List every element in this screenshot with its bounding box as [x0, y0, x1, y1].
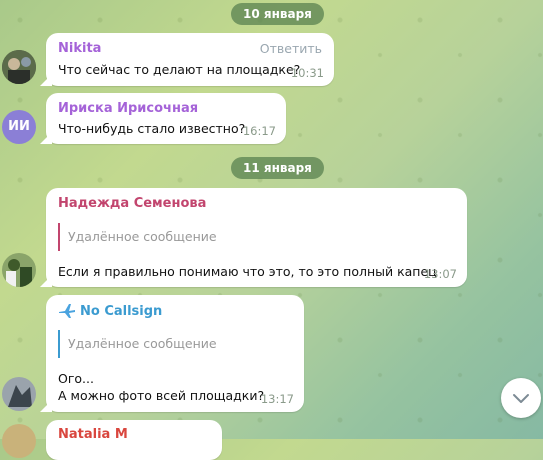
date-separator: 11 января [231, 157, 324, 179]
date-separator: 10 января [231, 3, 324, 25]
avatar[interactable]: ИИ [2, 110, 36, 144]
message-bubble[interactable]: Nikita Ответить Что сейчас то делают на … [40, 33, 334, 86]
message-text: Если я правильно понимаю что это, то это… [58, 264, 437, 279]
message-bubble[interactable]: Надежда Семенова Удалённое сообщение Есл… [40, 188, 467, 287]
deleted-reply-quote[interactable]: Удалённое сообщение [58, 330, 217, 358]
avatar[interactable] [2, 424, 36, 458]
message-author[interactable]: No Callsign [58, 303, 162, 319]
avatar-photo [2, 253, 36, 287]
reply-button[interactable]: Ответить [260, 41, 322, 56]
message-bubble[interactable]: Ириска Ирисочная Что-нибудь стало извест… [40, 93, 286, 144]
message-text: Что сейчас то делают на площадке? [58, 62, 301, 77]
message-bubble[interactable]: Natalia M [46, 420, 222, 460]
avatar[interactable] [2, 253, 36, 287]
avatar-photo [2, 50, 36, 84]
message-author[interactable]: Natalia M [58, 427, 128, 442]
message-bubble[interactable]: No Callsign Удалённое сообщение Ого... А… [40, 295, 304, 412]
message-time: 10:31 [290, 66, 324, 80]
message-author[interactable]: Nikita [58, 41, 101, 56]
message-author[interactable]: Ириска Ирисочная [58, 101, 198, 116]
message-time: 16:17 [242, 124, 276, 138]
avatar[interactable] [2, 50, 36, 84]
message-time: 13:07 [423, 267, 457, 281]
message-time: 13:17 [260, 392, 294, 406]
avatar[interactable] [2, 377, 36, 411]
message-text: А можно фото всей площадки? [58, 388, 265, 403]
scroll-down-button[interactable] [501, 378, 541, 418]
deleted-reply-quote[interactable]: Удалённое сообщение [58, 223, 217, 251]
message-author[interactable]: Надежда Семенова [58, 196, 206, 211]
chevron-down-icon [513, 394, 529, 403]
message-text: Ого... [58, 371, 94, 386]
message-author-name[interactable]: No Callsign [80, 304, 162, 319]
airplane-icon [58, 303, 76, 319]
avatar-photo [2, 377, 36, 411]
message-text: Что-нибудь стало известно? [58, 121, 246, 136]
